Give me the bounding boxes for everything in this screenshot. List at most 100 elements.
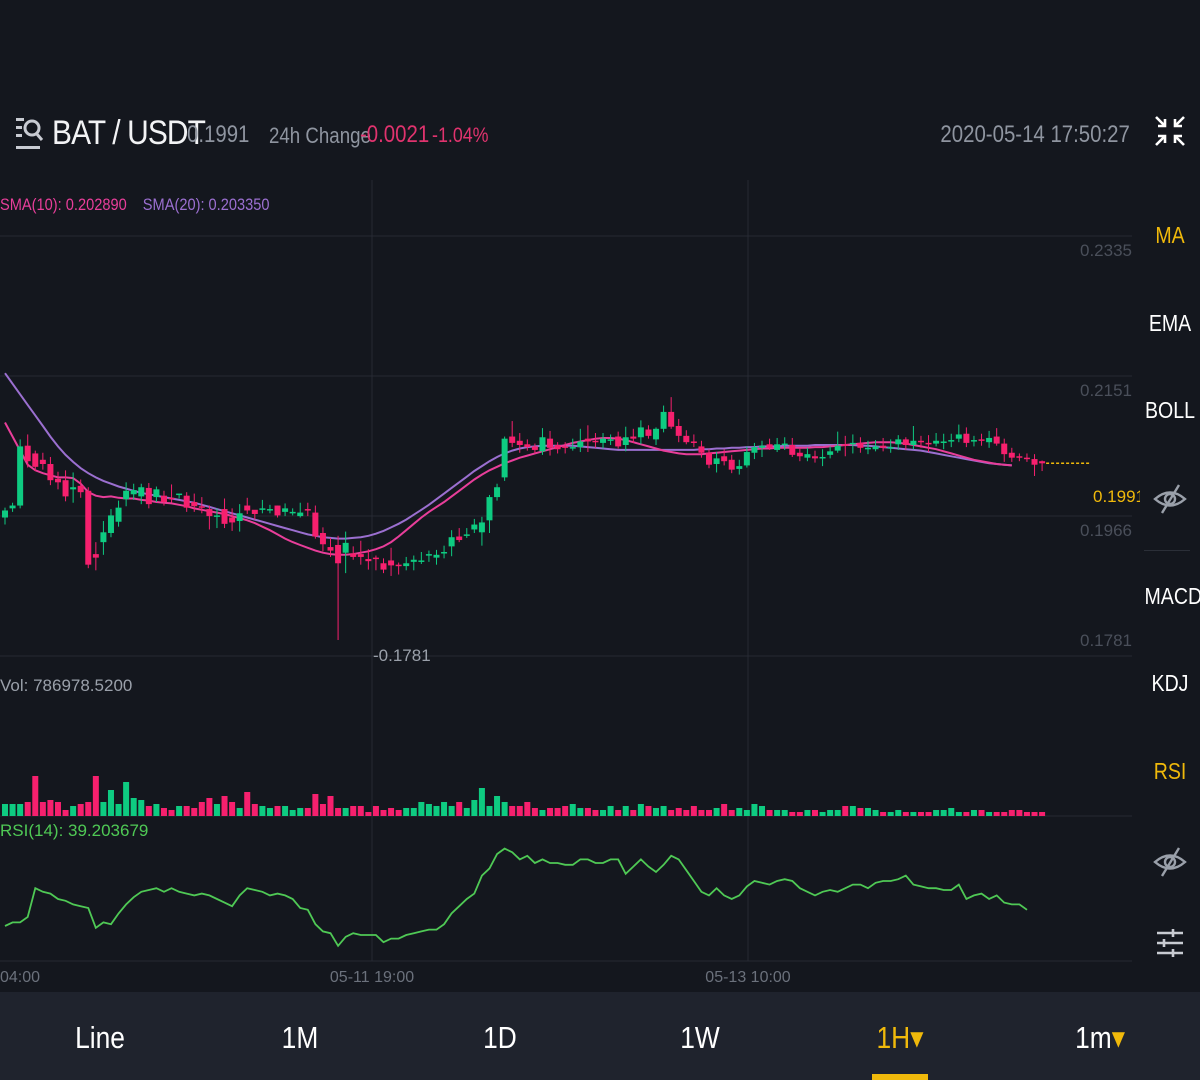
- candle-body: [100, 532, 107, 543]
- volume-bar: [494, 796, 501, 816]
- timeframe-1H[interactable]: 1H▾: [849, 1020, 951, 1056]
- timeframe-1m[interactable]: 1m▾: [1049, 1020, 1151, 1056]
- candle-body: [569, 447, 576, 449]
- candle-body: [236, 513, 243, 522]
- candle-body: [857, 442, 864, 448]
- volume-bar: [1023, 812, 1030, 816]
- volume-bar: [213, 804, 220, 816]
- volume-bar: [978, 810, 985, 816]
- volume-bar: [683, 810, 690, 816]
- ticker-header: BAT / USDT 0.1991 24h Change -0.0021 -1.…: [0, 100, 1140, 175]
- candle-body: [403, 563, 410, 567]
- timeframe-1M[interactable]: 1M: [249, 1020, 351, 1056]
- hide-main-indicator-icon[interactable]: [1153, 482, 1187, 516]
- volume-bar: [668, 810, 675, 816]
- indicator-sidebar: MA EMA BOLL MACD KDJ RSI: [1140, 100, 1200, 990]
- candle-body: [887, 447, 894, 449]
- candle-body: [259, 508, 266, 510]
- candle-body: [1008, 452, 1015, 458]
- low-price-marker: -0.1781: [373, 646, 431, 665]
- volume-bar: [600, 810, 607, 816]
- candle-body: [1031, 459, 1038, 465]
- sma-lines: [4, 372, 1012, 556]
- candle-body: [917, 440, 924, 443]
- candle-body: [600, 438, 607, 443]
- candle-body: [77, 485, 84, 493]
- change-label: 24h Change: [269, 123, 371, 148]
- candle-body: [350, 553, 357, 557]
- volume-bar: [471, 800, 478, 816]
- volume-bar: [448, 806, 455, 816]
- volume-bar: [796, 812, 803, 816]
- volume-bar: [100, 802, 107, 816]
- candle-body: [130, 490, 137, 495]
- volume-bar: [70, 806, 77, 816]
- candle-body: [1039, 461, 1046, 464]
- volume-bar: [130, 798, 137, 816]
- indicator-macd[interactable]: MACD: [1145, 583, 1200, 610]
- candle-body: [32, 453, 39, 467]
- indicator-kdj[interactable]: KDJ: [1145, 670, 1196, 697]
- volume-bar: [183, 806, 190, 816]
- indicator-boll[interactable]: BOLL: [1145, 397, 1196, 424]
- volume-bar: [304, 808, 311, 816]
- hide-sub-indicator-icon[interactable]: [1153, 845, 1187, 879]
- candle-body: [183, 495, 190, 508]
- candle-body: [9, 505, 16, 509]
- price-tick: 0.1781: [1080, 631, 1132, 650]
- candle-body: [539, 437, 546, 452]
- candle-body: [319, 532, 326, 545]
- volume-bar: [145, 806, 152, 816]
- candle-body: [425, 554, 432, 556]
- indicator-ma[interactable]: MA: [1145, 222, 1196, 249]
- pair-title[interactable]: BAT / USDT: [52, 114, 206, 153]
- timestamp: 2020-05-14 17:50:27: [940, 121, 1130, 148]
- timeframe-bar: Line 1M 1D 1W 1H▾ 1m▾: [0, 992, 1200, 1080]
- volume-bar: [607, 806, 614, 816]
- volume-bar: [176, 806, 183, 816]
- volume-bar: [955, 812, 962, 816]
- time-tick: 05-13 10:00: [705, 969, 791, 986]
- candle-body: [872, 446, 879, 450]
- timeframe-line[interactable]: Line: [49, 1020, 151, 1056]
- candle-body: [266, 509, 273, 511]
- timeframe-1D[interactable]: 1D: [449, 1020, 551, 1056]
- candle-body: [842, 444, 849, 446]
- collapse-fullscreen-icon[interactable]: [1153, 114, 1187, 148]
- volume-bar: [584, 808, 591, 816]
- candle-body: [592, 440, 599, 443]
- candle-body: [781, 443, 788, 446]
- candle-body: [145, 487, 152, 505]
- candle-body: [176, 493, 183, 496]
- volume-bar: [811, 810, 818, 816]
- candle-body: [107, 515, 114, 533]
- volume-bar: [62, 810, 69, 816]
- volume-bar: [993, 812, 1000, 816]
- candle-body: [85, 490, 92, 565]
- volume-bar: [547, 808, 554, 816]
- candle-body: [531, 446, 538, 450]
- price-chart[interactable]: SMA(10): 0.202890 SMA(20): 0.203350 0.23…: [0, 180, 1140, 990]
- candle-body: [774, 444, 781, 450]
- volume-bar: [577, 808, 584, 816]
- settings-sliders-icon[interactable]: [1153, 926, 1187, 960]
- volume-bar: [1001, 812, 1008, 816]
- timeframe-1W[interactable]: 1W: [649, 1020, 751, 1056]
- candle-body: [970, 440, 977, 442]
- indicator-rsi[interactable]: RSI: [1145, 758, 1196, 785]
- candle-body: [62, 480, 69, 497]
- candle-body: [289, 511, 296, 514]
- volume-bar: [736, 808, 743, 816]
- volume-bar: [433, 806, 440, 816]
- candle-body: [282, 508, 289, 512]
- market-search-icon[interactable]: [14, 112, 44, 158]
- volume-bar: [622, 806, 629, 816]
- indicator-ema[interactable]: EMA: [1145, 310, 1196, 337]
- candle-body: [721, 456, 728, 462]
- candle-body: [645, 429, 652, 436]
- volume-bar: [675, 808, 682, 816]
- volume-bar: [138, 800, 145, 816]
- volume-bar: [327, 796, 334, 816]
- volume-bar: [690, 806, 697, 816]
- candle-body: [660, 411, 667, 429]
